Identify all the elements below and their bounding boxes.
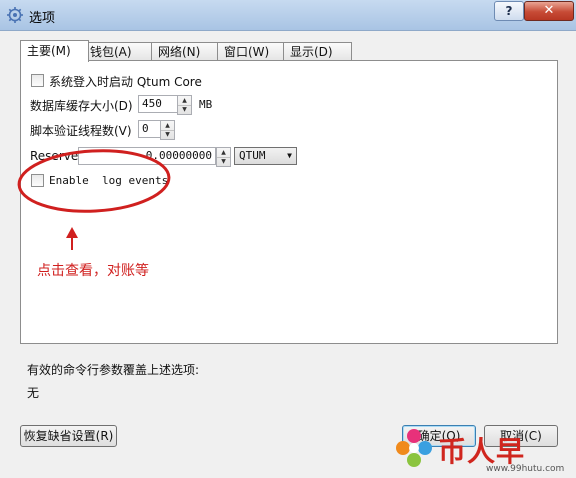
db-cache-spinner[interactable]: ▲ ▼ xyxy=(177,95,192,115)
db-cache-input[interactable]: 450 xyxy=(138,95,178,113)
reserve-currency-value: QTUM xyxy=(239,149,266,162)
script-threads-label: 脚本验证线程数(V) xyxy=(30,124,132,138)
tab-wallet[interactable]: 钱包(A) xyxy=(83,42,152,61)
db-cache-unit: MB xyxy=(199,98,213,111)
main-tab-panel: 系统登入时启动 Qtum Core 数据库缓存大小(D) 450 ▲ ▼ MB … xyxy=(20,60,558,344)
window-title: 选项 xyxy=(29,11,56,26)
watermark-url: www.99hutu.com xyxy=(486,464,565,474)
tab-display[interactable]: 显示(D) xyxy=(283,42,352,61)
enable-log-events-checkbox[interactable] xyxy=(31,174,44,187)
reserve-currency-select[interactable]: QTUM ▼ xyxy=(234,147,297,165)
tab-main[interactable]: 主要(M) xyxy=(20,40,89,62)
app-gear-icon xyxy=(7,7,23,23)
reserve-input[interactable]: 0.00000000 xyxy=(78,147,216,165)
tab-window[interactable]: 窗口(W) xyxy=(217,42,286,61)
tab-network[interactable]: 网络(N) xyxy=(151,42,220,61)
start-on-login-checkbox[interactable] xyxy=(31,74,44,87)
reset-defaults-button[interactable]: 恢复缺省设置(R) xyxy=(20,425,117,447)
start-on-login-label: 系统登入时启动 Qtum Core xyxy=(49,75,202,89)
help-button[interactable]: ? xyxy=(494,1,524,21)
spin-down-icon[interactable]: ▼ xyxy=(217,157,230,166)
enable-log-events-label: Enable log events xyxy=(49,174,169,187)
watermark: 币人早 www.99hutu.com xyxy=(394,420,576,478)
cmdline-label: 有效的命令行参数覆盖上述选项: xyxy=(27,363,200,377)
chevron-down-icon: ▼ xyxy=(287,151,292,160)
cmdline-value: 无 xyxy=(27,386,40,400)
spin-down-icon[interactable]: ▼ xyxy=(161,130,174,139)
flower-logo-icon xyxy=(396,429,432,467)
spin-down-icon[interactable]: ▼ xyxy=(178,105,191,114)
reserve-label: Reserve xyxy=(30,149,79,163)
title-bar: 选项 ? ✕ xyxy=(0,0,576,31)
close-button[interactable]: ✕ xyxy=(524,1,574,21)
script-threads-input[interactable]: 0 xyxy=(138,120,161,138)
reserve-spinner[interactable]: ▲ ▼ xyxy=(216,147,231,167)
script-threads-spinner[interactable]: ▲ ▼ xyxy=(160,120,175,140)
annotation-text: 点击查看，对账等 xyxy=(37,263,149,279)
db-cache-label: 数据库缓存大小(D) xyxy=(30,99,133,113)
